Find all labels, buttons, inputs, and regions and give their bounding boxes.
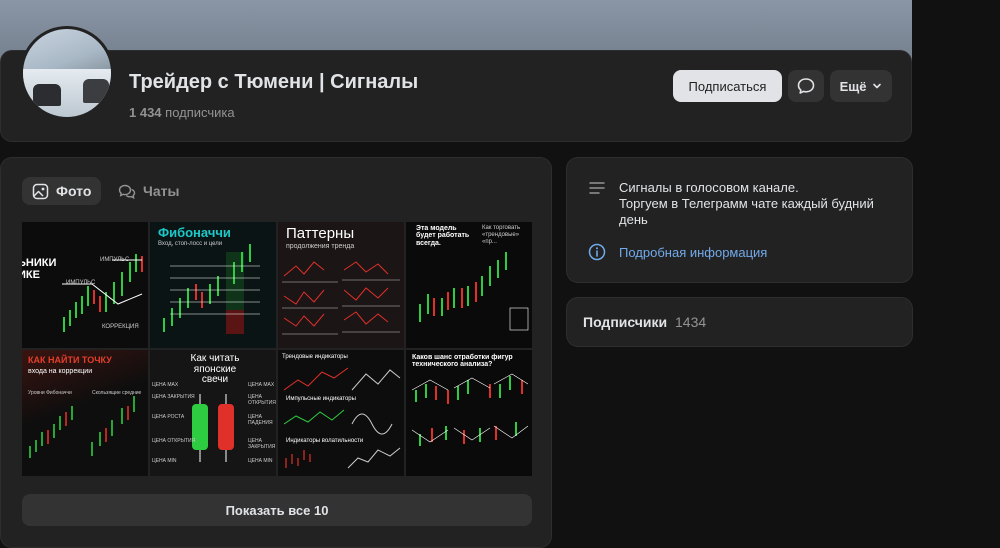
subscribers-summary[interactable]: 1 434 подписчика	[129, 105, 235, 120]
photo-label: ЦЕНА MIN	[152, 458, 177, 464]
photo-label: ИМПУЛЬС	[66, 280, 96, 286]
photo-title: Фибоначчи	[158, 225, 231, 240]
photo-label: ИМПУЛЬС	[100, 257, 130, 263]
more-label: Ещё	[839, 78, 867, 94]
page-gutter	[912, 0, 1000, 548]
channel-title: Трейдер с Тюмени | Сигналы	[129, 71, 419, 93]
photo-label: Уровни Фибоначчи	[28, 390, 72, 396]
description-line: Торгуем в Телеграмм чате каждый будний д…	[619, 196, 874, 227]
description-icon	[589, 182, 605, 194]
photo-subtitle: продолжения тренда	[286, 243, 355, 250]
photo-label: ЦЕНА РОСТА	[152, 414, 185, 420]
channel-info-card: Сигналы в голосовом канале. Торгуем в Те…	[566, 157, 913, 283]
photo-title: КАК НАЙТИ ТОЧКУ	[28, 355, 112, 365]
photo-title: Как читать японские свечи	[190, 353, 240, 385]
subscribe-button[interactable]: Подписаться	[673, 70, 782, 102]
subscribers-card[interactable]: Подписчики 1434	[566, 297, 913, 347]
photo-label: КОРРЕКЦИЯ	[102, 324, 139, 330]
chart-illustration	[411, 373, 529, 446]
photo-subtitle: Вход, стоп-лосс и цели	[158, 241, 223, 247]
photo-label: Скользящие средние	[92, 390, 142, 396]
subscribers-label: Подписчики	[583, 314, 668, 330]
photo-subtitle: входа на коррекции	[28, 368, 93, 375]
tab-chats[interactable]: Чаты	[108, 177, 189, 205]
subscribers-total: 1434	[675, 314, 707, 330]
description-line: Сигналы в голосовом канале.	[619, 180, 799, 195]
show-all-photos-button[interactable]: Показать все 10	[22, 494, 532, 526]
channel-avatar[interactable]	[20, 26, 114, 120]
photo-title: ЬНИКИ ИКЕ	[22, 257, 57, 281]
photo-thumbnail[interactable]: ЬНИКИ ИКЕ ИМПУЛЬС ИМПУЛЬС КОРРЕКЦИЯ	[22, 222, 148, 348]
tab-photos-label: Фото	[56, 183, 92, 199]
photo-label: ЦЕНА MIN	[248, 458, 273, 464]
subscribers-word: подписчика	[165, 105, 235, 120]
photo-grid: ЬНИКИ ИКЕ ИМПУЛЬС ИМПУЛЬС КОРРЕКЦИЯ	[22, 222, 532, 476]
channel-description: Сигналы в голосовом канале. Торгуем в Те…	[619, 180, 899, 228]
photo-label: Индикаторы волатильности	[286, 438, 364, 444]
details-link[interactable]: Подробная информация	[619, 245, 767, 260]
photo-title: Трендовые индикаторы	[282, 354, 348, 360]
chats-icon	[118, 184, 136, 199]
photo-title: Паттерны	[286, 225, 355, 242]
photo-label: ЦЕНА MAX	[152, 382, 179, 388]
photo-label: Импульсные индикаторы	[286, 396, 356, 402]
photo-thumbnail[interactable]: Трендовые индикаторы Импульсные индикато…	[278, 350, 404, 476]
photo-label: ЦЕНА ПАДЕНИЯ	[248, 414, 273, 426]
photo-thumbnail[interactable]: Как читать японские свечи ЦЕНА ЗАКРЫТИЯ …	[150, 350, 276, 476]
chevron-down-icon	[873, 83, 882, 89]
message-button[interactable]	[788, 70, 824, 102]
photo-label: ЦЕНА ОТКРЫТИЯ	[152, 438, 196, 444]
photo-thumbnail[interactable]: Фибоначчи Вход, стоп-лосс и цели	[150, 222, 276, 348]
photo-subtitle: Как торговать «трендовые» «пр...	[482, 225, 521, 246]
photo-thumbnail[interactable]: Каков шанс отработки фигур технического …	[406, 350, 532, 476]
photo-title: Каков шанс отработки фигур технического …	[412, 354, 513, 369]
photo-label: ЦЕНА ЗАКРЫТИЯ	[152, 394, 195, 400]
photo-thumbnail[interactable]: Эта модель будет работать всегда. Как то…	[406, 222, 532, 348]
tab-chats-label: Чаты	[143, 183, 180, 199]
photo-icon	[32, 183, 49, 199]
subscribers-count: 1 434	[129, 105, 162, 120]
photos-section: Фото Чаты ЬНИКИ ИКЕ	[0, 157, 552, 548]
chart-illustration	[283, 367, 401, 469]
photo-label: ЦЕНА ОТКРЫТИЯ	[248, 394, 276, 406]
photo-thumbnail[interactable]: Паттерны продолжения тренда	[278, 222, 404, 348]
chat-bubble-icon	[797, 78, 815, 94]
photo-thumbnail[interactable]: КАК НАЙТИ ТОЧКУ входа на коррекции Уровн…	[22, 350, 148, 476]
info-icon	[588, 243, 606, 261]
tab-photos[interactable]: Фото	[22, 177, 102, 205]
more-button[interactable]: Ещё	[830, 70, 892, 102]
photo-label: ЦЕНА ЗАКРЫТИЯ	[248, 438, 276, 450]
photo-title: Эта модель будет работать всегда.	[416, 225, 470, 247]
photo-label: ЦЕНА MAX	[248, 382, 275, 388]
